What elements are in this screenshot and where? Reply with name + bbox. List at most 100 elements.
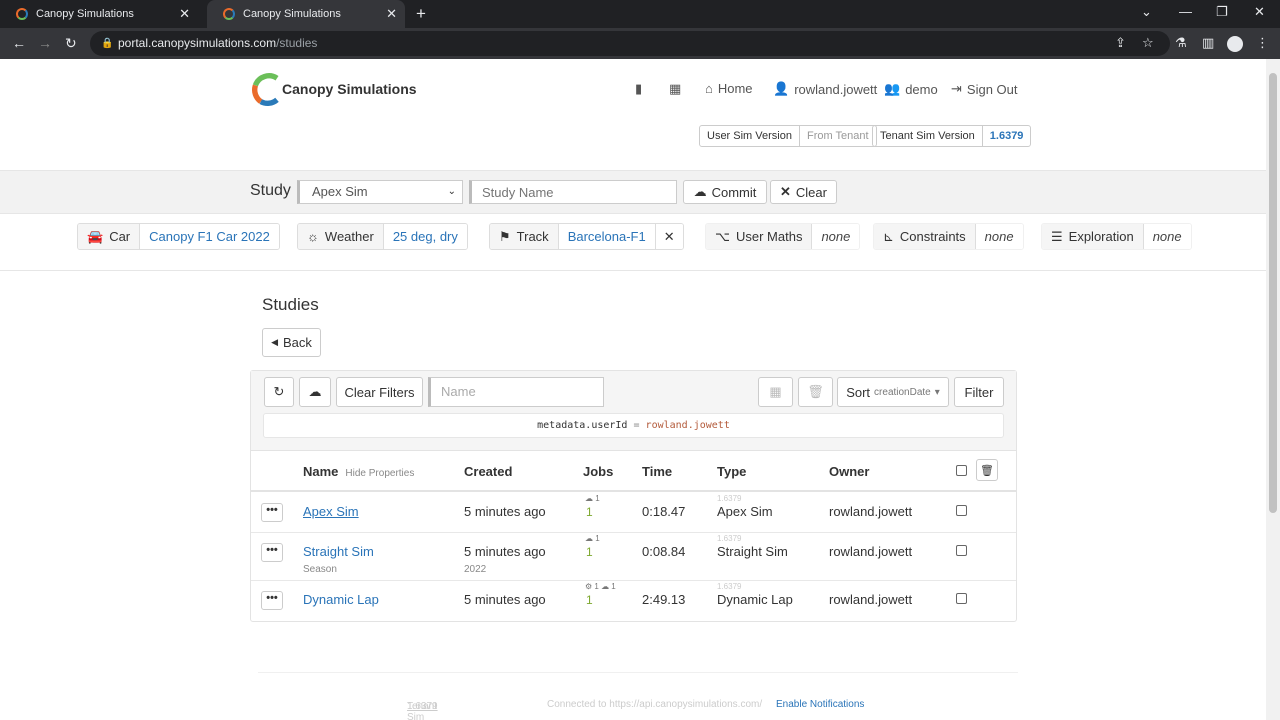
grid-view-button[interactable]: ▦ (758, 377, 793, 407)
config-track[interactable]: ⚑ Track Barcelona-F1 ✕ (489, 223, 684, 250)
nav-user-label: rowland.jowett (794, 81, 878, 97)
config-exploration[interactable]: ☰ Exploration none (1041, 223, 1192, 250)
maximize-icon[interactable]: ❐ (1216, 4, 1228, 20)
config-weather-label: Weather (324, 229, 374, 244)
reload-icon[interactable]: ↻ (65, 35, 77, 52)
book-icon[interactable]: ▮ (635, 81, 642, 97)
refresh-button[interactable]: ↻ (264, 377, 294, 407)
table-row[interactable]: ••• Apex Sim 5 minutes ago ☁ 1 1 0:18.47… (251, 493, 1016, 533)
bookmark-star-icon[interactable]: ☆ (1142, 35, 1154, 51)
user-sim-version[interactable]: User Sim Version From Tenant (699, 125, 877, 147)
config-car-value[interactable]: Canopy F1 Car 2022 (140, 224, 279, 249)
grid-icon[interactable]: ▦ (669, 81, 681, 97)
user-sim-version-label: User Sim Version (707, 130, 792, 142)
cloud-button[interactable]: ☁ (299, 377, 331, 407)
enable-notifications-link[interactable]: Enable Notifications (776, 699, 864, 710)
col-created[interactable]: Created (464, 464, 512, 479)
back-button[interactable]: ◀ Back (262, 328, 321, 357)
nav-sign-out[interactable]: ⇥ Sign Out (951, 81, 1018, 97)
share-icon[interactable]: ⇪ (1115, 35, 1126, 51)
delete-button[interactable]: 🗑 (798, 377, 833, 407)
browser-tab[interactable]: Canopy Simulations ✕ (0, 0, 198, 28)
grid-icon: ▦ (769, 384, 782, 399)
filter-expression[interactable]: metadata.userId = rowland.jowett (263, 413, 1004, 438)
row-checkbox[interactable] (956, 505, 967, 516)
col-jobs[interactable]: Jobs (583, 464, 613, 479)
nav-home[interactable]: ⌂ Home (705, 81, 753, 96)
nav-tenant[interactable]: 👥 demo (884, 81, 938, 97)
page-scrollbar[interactable] (1266, 59, 1280, 720)
filter-button[interactable]: Filter (954, 377, 1004, 407)
study-name-input[interactable] (469, 180, 677, 204)
config-constraints-value[interactable]: none (975, 224, 1023, 249)
footer-version-value[interactable]: 1.6379 (407, 701, 438, 712)
scrollbar-thumb[interactable] (1269, 73, 1277, 513)
config-weather-value[interactable]: 25 deg, dry (383, 224, 467, 249)
row-menu-button[interactable]: ••• (261, 543, 283, 562)
property-value: 2022 (464, 564, 487, 575)
tab-close-icon[interactable]: ✕ (386, 6, 397, 22)
config-weather-key: ☼ Weather (298, 224, 384, 249)
tenant-sim-version[interactable]: Tenant Sim Version 1.6379 (872, 125, 1032, 147)
config-user-maths[interactable]: ⌥ User Maths none (705, 223, 861, 250)
config-weather[interactable]: ☼ Weather 25 deg, dry (297, 223, 468, 250)
nav-home-label: Home (717, 81, 753, 96)
sidebar-icon[interactable]: ▥ (1202, 35, 1214, 51)
profile-avatar-icon[interactable] (1227, 36, 1243, 52)
col-owner[interactable]: Owner (829, 464, 869, 479)
col-time[interactable]: Time (642, 464, 672, 479)
config-exploration-value[interactable]: none (1143, 224, 1191, 249)
row-menu-button[interactable]: ••• (261, 503, 283, 522)
table-row[interactable]: ••• Dynamic Lap 5 minutes ago ⚙ 1 ☁ 1 1 … (251, 581, 1016, 621)
browser-tab-active[interactable]: Canopy Simulations ✕ (207, 0, 405, 28)
config-car[interactable]: 🚘 Car Canopy F1 Car 2022 (77, 223, 280, 250)
sort-dropdown[interactable]: Sort creationDate ▾ (837, 377, 949, 407)
sliders-icon: ☰ (1051, 228, 1063, 244)
remove-track-icon[interactable]: ✕ (654, 224, 683, 249)
select-all-checkbox[interactable] (956, 465, 967, 476)
tab-search-icon[interactable]: ⌄ (1141, 4, 1152, 20)
sign-out-icon: ⇥ (951, 81, 962, 96)
menu-dots-icon[interactable]: ⋮ (1256, 35, 1269, 51)
config-user-maths-value[interactable]: none (812, 224, 860, 249)
col-type[interactable]: Type (717, 464, 746, 479)
study-type-value: Apex Sim (312, 184, 368, 199)
delete-selected-button[interactable]: 🗑 (976, 459, 998, 481)
col-name[interactable]: Name Hide Properties (303, 464, 414, 479)
commit-label: Commit (711, 184, 757, 200)
clear-filters-button[interactable]: Clear Filters (336, 377, 423, 407)
new-tab-button[interactable]: + (416, 4, 426, 24)
back-arrow-icon[interactable]: ← (12, 35, 26, 51)
config-user-maths-key: ⌥ User Maths (706, 224, 813, 249)
commit-button[interactable]: ☁ Commit (683, 180, 767, 204)
name-filter-input[interactable]: Name (428, 377, 604, 407)
url-host: portal.canopysimulations.com (118, 36, 277, 50)
config-track-value[interactable]: Barcelona-F1 (558, 224, 655, 249)
time-cell: 0:08.84 (642, 544, 686, 559)
extension-icon[interactable]: ⚗ (1175, 35, 1187, 51)
table-header: Name Hide Properties Created Jobs Time Ty… (251, 452, 1016, 492)
tab-close-icon[interactable]: ✕ (179, 6, 190, 22)
window-close-icon[interactable]: ✕ (1254, 4, 1265, 20)
study-type-select[interactable]: Apex Sim ⌄ (297, 180, 463, 204)
study-name-link[interactable]: Apex Sim (303, 504, 359, 519)
study-name-link[interactable]: Dynamic Lap (303, 592, 379, 607)
hide-properties-link[interactable]: Hide Properties (345, 468, 414, 479)
tab-title: Canopy Simulations (243, 8, 341, 20)
table-row[interactable]: ••• Straight Sim Season 5 minutes ago 20… (251, 533, 1016, 581)
study-name-link[interactable]: Straight Sim (303, 544, 374, 559)
minimize-icon[interactable]: — (1179, 4, 1192, 19)
forward-arrow-icon[interactable]: → (38, 35, 52, 51)
row-menu-button[interactable]: ••• (261, 591, 283, 610)
brand-name[interactable]: Canopy Simulations (282, 81, 417, 97)
nav-user[interactable]: 👤 rowland.jowett (773, 81, 877, 97)
config-track-label: Track (516, 229, 549, 244)
user-sim-version-value: From Tenant (798, 126, 876, 146)
version-tag: 1.6379 (717, 582, 742, 591)
user-icon: 👤 (773, 81, 790, 96)
config-constraints[interactable]: ⊾ Constraints none (873, 223, 1024, 250)
clear-button[interactable]: ✕ Clear (770, 180, 837, 204)
address-bar[interactable]: 🔒 portal.canopysimulations.com/studies (90, 31, 1170, 56)
row-checkbox[interactable] (956, 545, 967, 556)
row-checkbox[interactable] (956, 593, 967, 604)
